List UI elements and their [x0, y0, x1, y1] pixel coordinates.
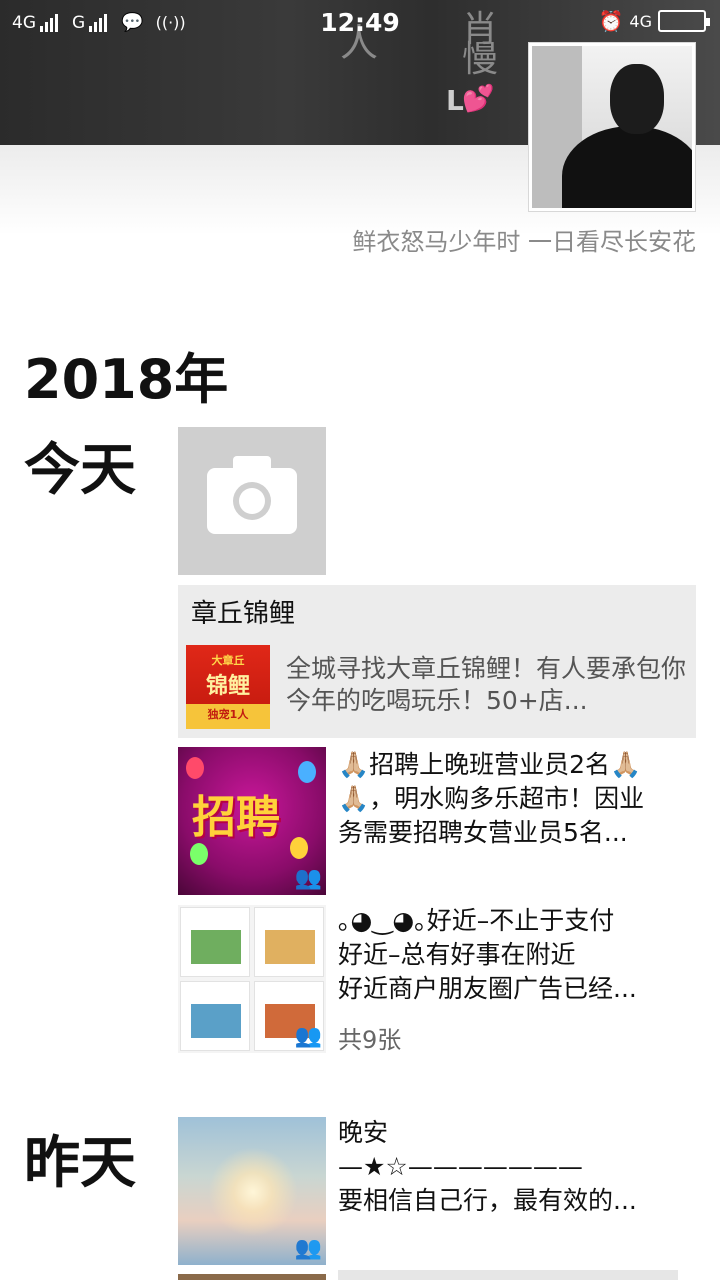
alarm-icon: ⏰: [598, 9, 624, 33]
new-post-camera-button[interactable]: [178, 427, 326, 575]
multi-photo-icon: 👥: [294, 866, 322, 891]
photo-count: 共9张: [338, 1026, 402, 1054]
post-thumbnail[interactable]: 👥: [178, 905, 326, 1053]
battery-icon: [658, 10, 710, 32]
avatar-photo: [532, 46, 692, 208]
camera-icon: [207, 456, 297, 534]
post-thumbnail[interactable]: 👥: [178, 1117, 326, 1265]
multi-photo-icon: 👥: [294, 1236, 322, 1261]
shared-link-post[interactable]: 章丘锦鲤 大章丘 锦鲤 独宠1人 全城寻找大章丘锦鲤！有人要承包你今年的吃喝玩乐…: [178, 585, 696, 738]
day-label-yesterday: 昨天: [24, 1131, 136, 1196]
next-post-text[interactable]: [338, 1270, 678, 1280]
network-type-3: 4G: [629, 11, 652, 31]
year-heading: 2018年: [24, 348, 229, 411]
next-post-thumbnail[interactable]: [178, 1274, 326, 1280]
status-bar: 4G G 💬 ((·)) 12:49 ⏰ 4G: [0, 0, 720, 46]
day-label-today: 今天: [24, 438, 136, 503]
post-text[interactable]: ｡◕‿◕｡好近–不止于支付 好近–总有好事在附近 好近商户朋友圈广告已经...: [338, 904, 698, 1006]
post-text[interactable]: 晚安 —★☆——————— 要相信自己行，最有效的...: [338, 1116, 698, 1218]
multi-photo-icon: 👥: [294, 1024, 322, 1049]
post-thumbnail[interactable]: 招聘 👥: [178, 747, 326, 895]
post-text: 章丘锦鲤: [191, 599, 296, 629]
link-summary: 全城寻找大章丘锦鲤！有人要承包你今年的吃喝玩乐！50+店...: [286, 654, 687, 715]
post-text[interactable]: 🙏🏼招聘上晚班营业员2名🙏🏼 🙏🏼，明水购多乐超市！因业 务需要招聘女营业员5名…: [338, 748, 698, 850]
thumbnail-text: 招聘: [192, 792, 280, 843]
profile-signature: 鲜衣怒马少年时 一日看尽长安花: [352, 228, 696, 256]
status-right: ⏰ 4G: [598, 9, 710, 33]
avatar[interactable]: [528, 42, 696, 212]
link-thumbnail: 大章丘 锦鲤 独宠1人: [186, 645, 270, 729]
heart-icon: 💕: [462, 84, 495, 114]
